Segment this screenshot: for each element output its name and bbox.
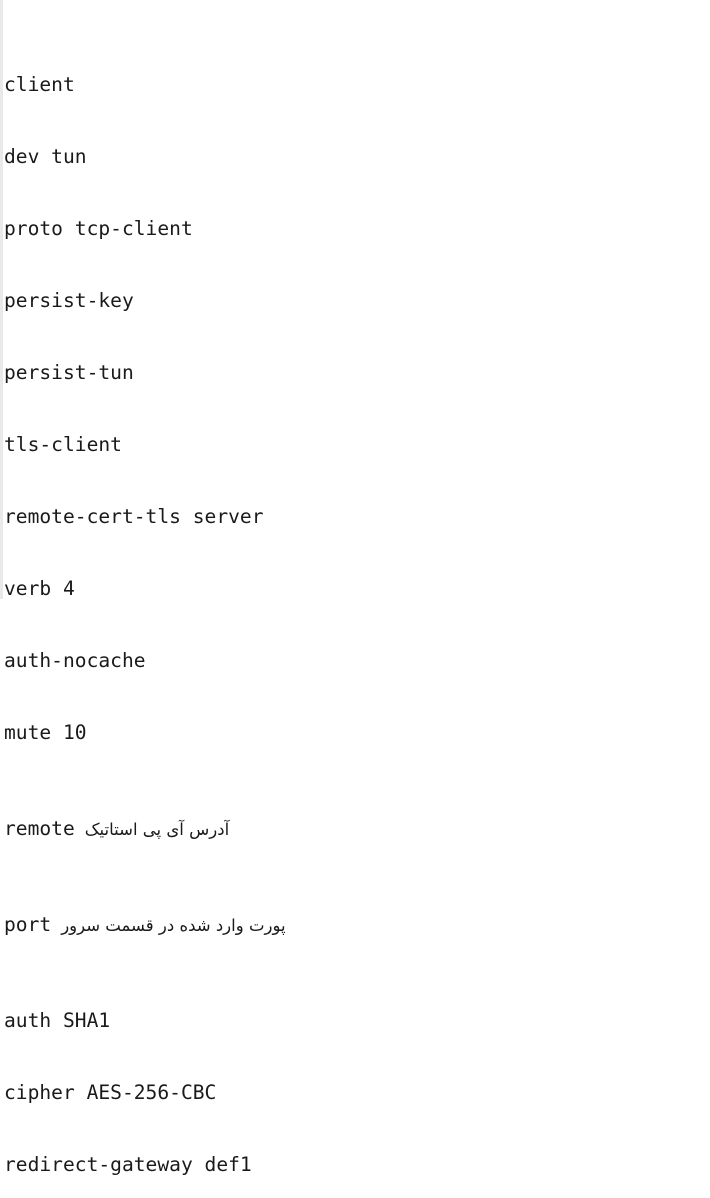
text-line: mute 10 — [4, 721, 87, 744]
persian-annotation: آدرس آی پی استاتیک — [84, 820, 230, 839]
text-line: dev tun — [4, 145, 87, 168]
directive-keyword: remote — [4, 817, 75, 840]
directive-keyword: port — [4, 913, 52, 936]
text-line-port: port پورت وارد شده در قسمت سرور — [4, 913, 710, 937]
text-line: persist-key — [4, 289, 134, 312]
text-line: tls-client — [4, 433, 122, 456]
persian-annotation: پورت وارد شده در قسمت سرور — [61, 916, 286, 935]
text-line-remote: remote آدرس آی پی استاتیک — [4, 817, 710, 841]
text-line: auth SHA1 — [4, 1009, 111, 1032]
text-line: client — [4, 73, 75, 96]
text-line: verb 4 — [4, 577, 75, 600]
text-line: persist-tun — [4, 361, 134, 384]
text-line: proto tcp-client — [4, 217, 193, 240]
text-line: cipher AES-256-CBC — [4, 1081, 217, 1104]
text-line: remote-cert-tls server — [4, 505, 264, 528]
text-line: auth-nocache — [4, 649, 146, 672]
text-document-page: client dev tun proto tcp-client persist-… — [0, 0, 710, 1176]
text-line: redirect-gateway def1 — [4, 1153, 252, 1176]
document-text-body[interactable]: client dev tun proto tcp-client persist-… — [0, 0, 710, 1198]
